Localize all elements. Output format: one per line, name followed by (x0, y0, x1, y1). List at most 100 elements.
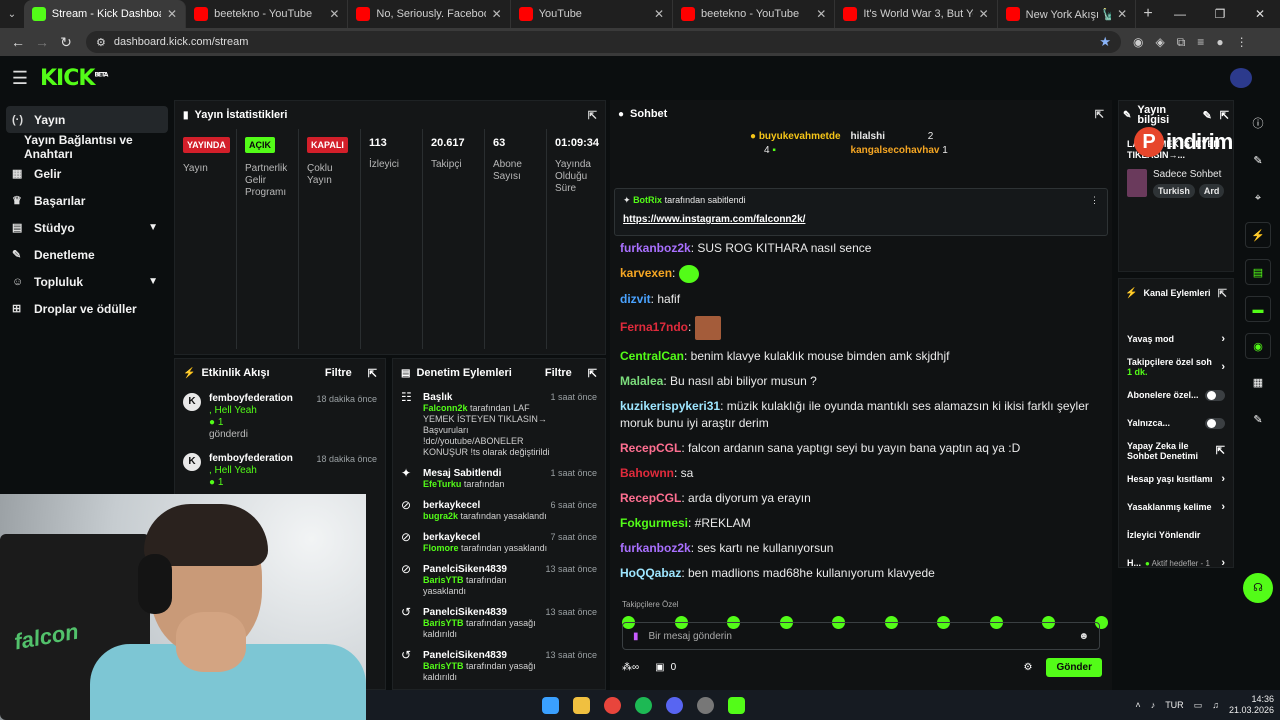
clock[interactable]: 14:36 21.03.2026 (1229, 694, 1274, 716)
browser-tab[interactable]: It's World War 3, But You're Ge ✕ (835, 0, 998, 28)
close-icon[interactable]: ✕ (329, 7, 339, 21)
user-avatar[interactable] (1230, 68, 1252, 88)
moderation-actor[interactable]: bugra2k (423, 511, 458, 521)
chat-username[interactable]: kuzikerispykeri31 (620, 399, 720, 413)
subscribers-only-item[interactable]: Abonelere özel... (1119, 381, 1233, 409)
category-name[interactable]: Sadece Sohbet (1153, 169, 1224, 180)
ai-moderation-item[interactable]: Yapay Zeka ile Sohbet Denetimi ⇱ (1119, 437, 1233, 465)
browser-tab-kick[interactable]: Stream - Kick Dashboard ✕ (23, 0, 187, 28)
moderation-actor[interactable]: Flomore (423, 543, 459, 553)
bolt-icon[interactable]: ⚡ (1245, 222, 1271, 248)
only-item[interactable]: Yalnızca... (1119, 409, 1233, 437)
volume-icon[interactable]: ♫ (1212, 700, 1219, 710)
sidebar-item-droplar[interactable]: ⊞ Droplar ve ödüller (0, 295, 170, 322)
chat-username[interactable]: Fokgurmesi (620, 516, 688, 530)
popout-icon[interactable]: ⇱ (588, 367, 597, 380)
filter-button[interactable]: Filtre (325, 367, 352, 379)
top-gifter[interactable]: hilalshi 2 kangalsecohavhav 1 (851, 130, 948, 158)
language-indicator[interactable]: TUR (1165, 700, 1184, 710)
category-thumbnail[interactable] (1127, 169, 1147, 197)
pinned-by[interactable]: BotRix (633, 195, 662, 205)
activity-user[interactable]: femboyfederation (209, 393, 316, 405)
sidebar-item-gelir[interactable]: ▦ Gelir (0, 160, 170, 187)
microphone-icon[interactable]: ♪ (1151, 700, 1156, 710)
support-icon[interactable]: ☊ (1243, 573, 1273, 603)
goals-item[interactable]: H... ● Aktif hedefler - 1 › (1119, 549, 1233, 577)
new-tab-button[interactable]: + (1136, 5, 1160, 23)
points-icon[interactable]: ⁂∞ (622, 662, 639, 673)
send-button[interactable]: Gönder (1046, 657, 1102, 677)
back-icon[interactable]: ← (6, 34, 30, 50)
chat-username[interactable]: furkanboz2k (620, 241, 691, 255)
layout-icon[interactable]: ▦ (1245, 370, 1271, 396)
browser-tab[interactable]: beetekno - YouTube ✕ (673, 0, 836, 28)
chat-username[interactable]: dizvit (620, 292, 651, 306)
hamburger-menu-icon[interactable]: ☰ (0, 68, 40, 89)
account-age-item[interactable]: Hesap yaşı kısıtlamı › (1119, 465, 1233, 493)
emoji-icon[interactable]: ☻ (1078, 631, 1089, 642)
broadcast-icon[interactable]: ◉ (1245, 333, 1271, 359)
browser-tab[interactable]: New York Akışı 🗽 Yaratıcı İş Gı ✕ (998, 0, 1137, 28)
target-icon[interactable]: ⌖ (1245, 185, 1271, 211)
tag[interactable]: Ard (1198, 184, 1225, 198)
moderation-actor[interactable]: BarisYTB (423, 575, 464, 585)
chat-username[interactable]: Malalea (620, 374, 663, 388)
popout-icon[interactable]: ⇱ (368, 367, 377, 380)
sidebar-item-yayin[interactable]: (·) Yayın (6, 106, 168, 133)
spotify-icon[interactable] (635, 696, 652, 714)
only-toggle[interactable] (1205, 417, 1225, 429)
wrench-icon[interactable]: ✎ (1245, 407, 1271, 433)
maximize-icon[interactable]: ❐ (1200, 7, 1240, 21)
moderation-actor[interactable]: BarisYTB (423, 618, 464, 628)
chat-username[interactable]: karvexen (620, 266, 672, 280)
tab-search-button[interactable]: ⌄ (0, 0, 24, 28)
chat-username[interactable]: Bahownn (620, 466, 674, 480)
chat-username[interactable]: HoQQabaz (620, 566, 681, 580)
chat-input[interactable]: ▮ Bir mesaj gönderin ☻ (622, 622, 1100, 650)
extension-icon[interactable]: ◈ (1155, 35, 1164, 50)
browser-tab[interactable]: beetekno - YouTube ✕ (186, 0, 349, 28)
top-gifter[interactable]: ● buyukevahmetde 4 ▪ (750, 130, 841, 158)
address-bar[interactable]: ⚙ dashboard.kick.com/stream ★ (86, 31, 1121, 53)
browser-tab[interactable]: No, Seriously. Facebook's New ✕ (348, 0, 511, 28)
tag[interactable]: Turkish (1153, 184, 1195, 198)
close-window-icon[interactable]: ✕ (1240, 7, 1280, 21)
popout-icon[interactable]: ⇱ (1220, 109, 1229, 122)
edit-icon[interactable]: ✎ (1203, 109, 1212, 122)
sidebar-item-denetleme[interactable]: ✎ Denetleme (0, 241, 170, 268)
app-icon[interactable] (697, 696, 714, 714)
chevron-up-icon[interactable]: ˄ (1135, 700, 1140, 710)
sidebar-item-stream-key[interactable]: Yayın Bağlantısı ve Anahtarı (0, 133, 170, 161)
close-icon[interactable]: ✕ (1117, 7, 1127, 21)
moderation-actor[interactable]: EfeTurku (423, 479, 461, 489)
forward-icon[interactable]: → (30, 34, 54, 50)
pinned-link[interactable]: https://www.instagram.com/falconn2k/ (623, 214, 1099, 225)
browser-tab[interactable]: YouTube ✕ (511, 0, 674, 28)
discord-icon[interactable] (666, 696, 683, 714)
popout-icon[interactable]: ⇱ (1095, 108, 1104, 121)
chat-username[interactable]: RecepCGL (620, 491, 681, 505)
moderation-actor[interactable]: Falconn2k (423, 403, 468, 413)
media-icon[interactable]: ≡ (1197, 35, 1204, 50)
activity-user[interactable]: femboyfederation (209, 453, 316, 465)
chat-username[interactable]: RecepCGL (620, 441, 681, 455)
edit-icon[interactable]: ✎ (1245, 148, 1271, 174)
popout-icon[interactable]: ⇱ (1218, 287, 1227, 300)
close-icon[interactable]: ✕ (816, 7, 826, 21)
sidebar-item-studyo[interactable]: ▤ Stüdyo ▼ (0, 214, 170, 241)
file-explorer-icon[interactable] (573, 696, 590, 714)
chat-icon[interactable]: ▬ (1245, 296, 1271, 322)
extension-icon[interactable]: ◉ (1133, 35, 1143, 50)
more-options-icon[interactable]: ⋮ (1090, 195, 1099, 206)
menu-icon[interactable]: ⋮ (1236, 35, 1248, 50)
windows-start-icon[interactable] (542, 696, 559, 714)
close-icon[interactable]: ✕ (167, 7, 177, 21)
site-info-icon[interactable]: ⚙ (96, 36, 106, 49)
slow-mode-item[interactable]: Yavaş mod › (1119, 325, 1233, 353)
raid-item[interactable]: İzleyici Yönlendir (1119, 521, 1233, 549)
close-icon[interactable]: ✕ (492, 7, 502, 21)
chat-username[interactable]: CentralCan (620, 349, 684, 363)
kick-logo[interactable]: KICKBETA (40, 66, 108, 91)
bookmark-star-icon[interactable]: ★ (1099, 34, 1111, 50)
profile-icon[interactable]: ● (1216, 35, 1223, 50)
